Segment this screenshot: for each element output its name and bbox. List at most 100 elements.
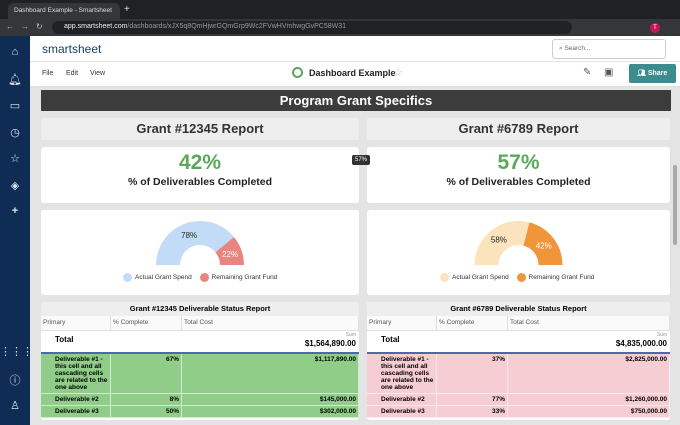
profile-avatar[interactable]: T	[650, 23, 660, 33]
percent-label: % of Deliverables Completed	[127, 176, 273, 188]
grant-1-title: Grant #12345 Report	[41, 118, 359, 140]
sidebar	[0, 36, 30, 425]
legend-spend: Actual Grant Spend	[452, 274, 509, 282]
search-placeholder: Search...	[564, 45, 591, 52]
primary-cell[interactable]: Deliverable #1 - this cell and all casca…	[367, 354, 437, 393]
gauge-label-remaining: 42%	[536, 241, 552, 250]
cost-cell[interactable]: $750,000.00	[508, 406, 670, 417]
gauge-label-remaining: 22%	[222, 250, 238, 259]
share-label: Share	[647, 70, 668, 77]
url-input[interactable]: app.smartsheet.com/dashboards/xJX5q8QmHj…	[52, 21, 572, 34]
search-input[interactable]: ⌕ Search...	[552, 39, 666, 59]
header-row: Primary% Complete Total Cost	[41, 316, 359, 331]
sum-label: Sum	[656, 332, 667, 338]
gauge-label-spend: 78%	[181, 231, 197, 240]
bell-icon[interactable]: 🔔︎	[0, 73, 30, 86]
total-row: Total Sum $4,835,000.00	[367, 331, 670, 354]
legend-remaining: Remaining Grant Fund	[211, 274, 278, 282]
back-icon[interactable]: ←	[6, 22, 14, 31]
help-icon[interactable]: ⓘ	[0, 372, 30, 388]
cost-cell[interactable]: $1,260,000.00	[508, 394, 670, 405]
dashboard-icon	[292, 67, 303, 78]
grant-1-report: Grant #12345 Deliverable Status Report P…	[41, 302, 359, 420]
percent-cell[interactable]: 33%	[437, 406, 508, 417]
percent-cell[interactable]: 8%	[111, 394, 182, 405]
forward-icon[interactable]: →	[21, 22, 29, 31]
dashboard-banner: Program Grant Specifics	[41, 90, 671, 111]
primary-cell[interactable]: Deliverable #3	[367, 406, 437, 417]
column-header[interactable]: % Complete	[111, 316, 182, 330]
primary-cell[interactable]: Deliverable #1 - this cell and all casca…	[41, 354, 111, 393]
primary-cell[interactable]: Deliverable #2	[41, 394, 111, 405]
browser-tab[interactable]: Dashboard Example - Smartsheet	[8, 3, 120, 19]
cost-cell[interactable]: $1,117,890.00	[182, 354, 359, 393]
clock-icon[interactable]: ◷	[0, 126, 30, 139]
primary-cell[interactable]: Deliverable #2	[367, 394, 437, 405]
total-label: Total	[381, 335, 400, 344]
tab-title: Dashboard Example - Smartsheet	[14, 7, 112, 14]
cost-cell[interactable]: $2,825,000.00	[508, 354, 670, 393]
user-icon[interactable]: ♙	[0, 399, 30, 412]
cost-cell[interactable]: $145,000.00	[182, 394, 359, 405]
total-label: Total	[55, 335, 74, 344]
grant-1-percent-widget: 42% % of Deliverables Completed	[41, 147, 359, 203]
percent-cell[interactable]: 50%	[111, 406, 182, 417]
menu-file[interactable]: File	[42, 70, 53, 77]
primary-cell[interactable]: Deliverable #3	[41, 406, 111, 417]
table-row[interactable]: Deliverable #3 50% $302,000.00	[41, 406, 359, 418]
percent-cell[interactable]: 37%	[437, 354, 508, 393]
star-icon[interactable]: ☆	[0, 152, 30, 165]
present-icon[interactable]: ▣	[604, 67, 613, 78]
tooltip: 57%	[352, 155, 371, 165]
legend-dot-remaining	[199, 273, 209, 282]
share-button[interactable]: 👥︎ Share	[629, 64, 676, 83]
percent-label: % of Deliverables Completed	[446, 176, 591, 188]
menu-view[interactable]: View	[90, 70, 105, 77]
gauge-chart: 58% 42%	[474, 221, 563, 265]
column-header[interactable]: % Complete	[437, 316, 508, 330]
plus-icon[interactable]: +	[0, 205, 30, 217]
table-row[interactable]: Deliverable #3 33% $750,000.00	[367, 406, 670, 418]
column-header[interactable]: Total Cost	[508, 316, 670, 330]
grant-2-chart-widget: 58% 42% Actual Grant Spend Remaining Gran…	[367, 210, 670, 295]
column-header[interactable]: Primary	[41, 316, 111, 330]
diamond-icon[interactable]: ◈	[0, 179, 30, 192]
legend-remaining: Remaining Grant Fund	[528, 274, 595, 282]
legend-dot-spend	[440, 273, 449, 282]
total-value: $4,835,000.00	[615, 339, 667, 348]
column-header[interactable]: Total Cost	[182, 316, 359, 330]
apps-icon[interactable]: ⋮⋮⋮	[0, 345, 33, 358]
home-icon[interactable]: ⌂	[0, 46, 30, 58]
new-tab-button[interactable]: +	[124, 4, 130, 15]
cost-cell[interactable]: $302,000.00	[182, 406, 359, 417]
column-header[interactable]: Primary	[367, 316, 437, 330]
folder-icon[interactable]: ▭	[0, 99, 30, 112]
table-row[interactable]: Deliverable #2 77% $1,260,000.00	[367, 394, 670, 406]
header-row: Primary% Complete Total Cost	[367, 316, 670, 331]
table-row[interactable]: Deliverable #1 - this cell and all casca…	[367, 354, 670, 394]
smartsheet-logo[interactable]: smartsheet	[42, 42, 101, 56]
menu-edit[interactable]: Edit	[66, 70, 78, 77]
percent-cell[interactable]: 67%	[111, 354, 182, 393]
table-row[interactable]: Deliverable #1 - this cell and all casca…	[41, 354, 359, 394]
grant-2-title: Grant #6789 Report	[367, 118, 670, 140]
url-host: app.smartsheet.com	[64, 23, 128, 30]
grant-2-report: Grant #6789 Deliverable Status Report Pr…	[367, 302, 670, 420]
favorite-star-icon[interactable]: ☆	[393, 66, 403, 79]
legend-spend: Actual Grant Spend	[135, 274, 192, 282]
dashboard-title: Dashboard Example	[309, 68, 396, 78]
scrollbar[interactable]	[673, 165, 677, 245]
percent-value: 57%	[497, 151, 540, 174]
percent-value: 42%	[178, 151, 222, 174]
url-path: /dashboards/xJX5q8QmHjwrGQmGrp9Wc2FVwHVm…	[127, 23, 347, 30]
table-row[interactable]: Deliverable #2 8% $145,000.00	[41, 394, 359, 406]
percent-cell[interactable]: 77%	[437, 394, 508, 405]
edit-pencil-icon[interactable]: ✎	[583, 67, 591, 78]
report-title: Grant #12345 Deliverable Status Report	[41, 302, 359, 316]
sum-label: Sum	[345, 332, 356, 338]
chart-legend: Actual Grant Spend Remaining Grant Fund	[123, 273, 277, 282]
total-row: Total Sum $1,564,890.00	[41, 331, 359, 354]
reload-icon[interactable]: ↻	[36, 22, 43, 31]
gauge-chart: 78% 22%	[156, 220, 244, 265]
legend-dot-remaining	[516, 273, 526, 282]
